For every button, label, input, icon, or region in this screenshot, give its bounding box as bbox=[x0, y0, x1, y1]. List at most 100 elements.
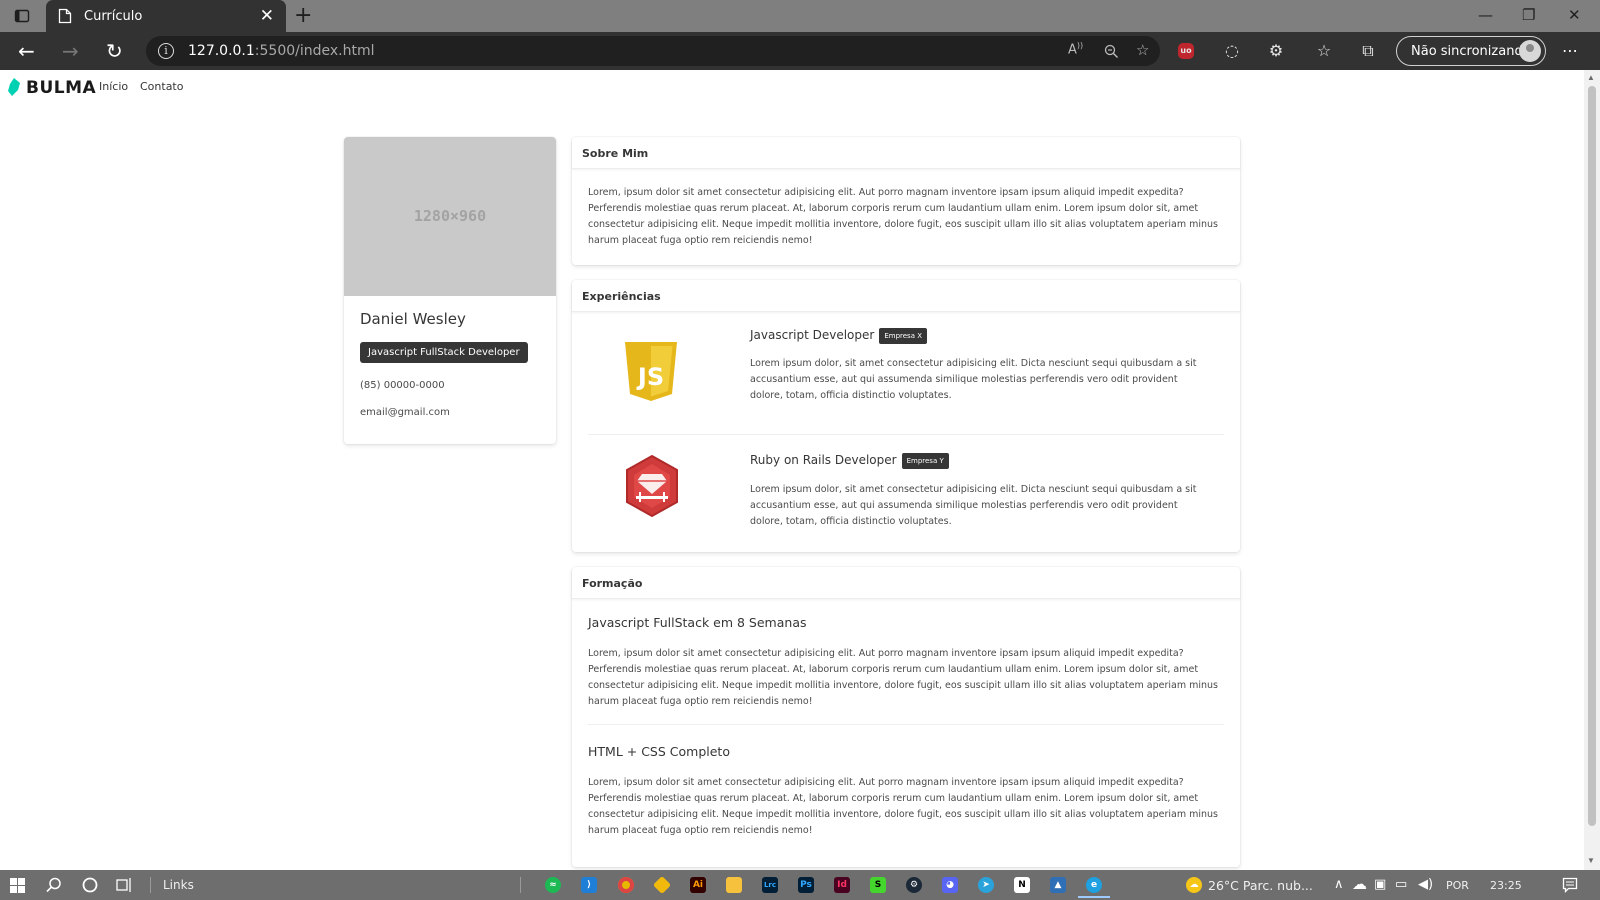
lightroom-icon[interactable]: Lrc bbox=[762, 877, 778, 893]
address-bar[interactable]: i 127.0.0.1:5500/index.html A)) ☆ bbox=[146, 36, 1160, 66]
nav-link-inicio[interactable]: Início bbox=[99, 80, 128, 93]
indesign-icon[interactable]: Id bbox=[834, 877, 850, 893]
scroll-up-icon[interactable]: ▲ bbox=[1587, 73, 1595, 82]
profile-email: email@gmail.com bbox=[360, 407, 450, 418]
experience-card: Experiências JS Javascript Developer Empr… bbox=[572, 280, 1240, 552]
page-icon bbox=[58, 8, 72, 24]
experience-text: Lorem ipsum dolor, sit amet consectetur … bbox=[750, 358, 1197, 401]
education-course-text: Lorem, ipsum dolor sit amet consectetur … bbox=[588, 648, 1218, 707]
nav-link-contato[interactable]: Contato bbox=[140, 80, 183, 93]
tab-actions-icon[interactable] bbox=[14, 8, 30, 24]
cortana-icon[interactable] bbox=[82, 877, 98, 893]
scroll-down-icon[interactable]: ▼ bbox=[1587, 856, 1595, 865]
page-scrollbar[interactable]: ▲ ▼ bbox=[1584, 70, 1600, 870]
about-card-header: Sobre Mim bbox=[572, 137, 1240, 169]
photoshop-icon[interactable]: Ps bbox=[798, 877, 814, 893]
about-title: Sobre Mim bbox=[582, 147, 649, 160]
experience-role: Ruby on Rails Developer bbox=[750, 453, 897, 467]
add-favorite-icon[interactable]: ☆ bbox=[1136, 41, 1149, 59]
windows-start-icon[interactable] bbox=[10, 878, 25, 893]
company-tag: Empresa X bbox=[879, 328, 928, 344]
chrome-icon[interactable] bbox=[618, 877, 634, 893]
minimize-button[interactable]: — bbox=[1478, 6, 1493, 24]
browser-tab[interactable]: Currículo ✕ bbox=[46, 0, 286, 32]
javascript-logo-icon: JS bbox=[625, 342, 677, 401]
education-card-header: Formação bbox=[572, 567, 1240, 599]
tab-title: Currículo bbox=[84, 9, 143, 24]
active-app-indicator bbox=[1078, 896, 1110, 898]
lightbulb-icon[interactable]: ◌ bbox=[1222, 41, 1242, 61]
education-card: Formação Javascript FullStack em 8 Seman… bbox=[572, 567, 1240, 867]
avatar-icon bbox=[1519, 40, 1541, 62]
role-tag: Javascript FullStack Developer bbox=[360, 342, 528, 363]
vscode-icon[interactable]: ⟩ bbox=[581, 877, 597, 893]
experience-text: Lorem ipsum dolor, sit amet consectetur … bbox=[750, 484, 1197, 527]
toolbar-separator bbox=[150, 877, 151, 893]
binance-icon[interactable] bbox=[652, 875, 672, 895]
back-button[interactable]: ← bbox=[18, 39, 35, 63]
profile-phone: (85) 00000-0000 bbox=[360, 380, 445, 391]
links-toolbar[interactable]: Links bbox=[163, 878, 194, 892]
experience-divider bbox=[588, 434, 1224, 435]
page-viewport: BULMA Início Contato 1280×960 Daniel Wes… bbox=[0, 70, 1584, 870]
restore-button[interactable]: ❐ bbox=[1522, 6, 1535, 24]
show-hidden-icons-icon[interactable]: ∧ bbox=[1334, 877, 1344, 892]
education-course-title: HTML + CSS Completo bbox=[588, 744, 730, 759]
experience-title: Experiências bbox=[582, 290, 661, 303]
brand-text: BULMA bbox=[26, 78, 97, 98]
browser-titlebar: Currículo ✕ + — ❐ ✕ bbox=[0, 0, 1600, 32]
education-divider bbox=[588, 724, 1224, 725]
weather-icon[interactable]: ☁ bbox=[1186, 877, 1202, 893]
tab-close-icon[interactable]: ✕ bbox=[260, 6, 274, 26]
telegram-icon[interactable]: ➤ bbox=[978, 877, 994, 893]
browser-toolbar: ← → ↻ i 127.0.0.1:5500/index.html A)) ☆ … bbox=[0, 32, 1600, 70]
company-tag: Empresa Y bbox=[901, 453, 949, 469]
forward-button[interactable]: → bbox=[62, 39, 79, 63]
steam-icon[interactable]: ⚙ bbox=[906, 877, 922, 893]
experience-item-title: Ruby on Rails Developer Empresa Y bbox=[750, 453, 949, 469]
profile-sync-button[interactable]: Não sincronizando bbox=[1396, 36, 1546, 66]
weather-text[interactable]: 26°C Parc. nub... bbox=[1208, 878, 1313, 893]
scroll-thumb[interactable] bbox=[1588, 86, 1596, 826]
url-text[interactable]: 127.0.0.1:5500/index.html bbox=[188, 43, 375, 59]
close-window-button[interactable]: ✕ bbox=[1568, 6, 1581, 24]
search-icon[interactable] bbox=[46, 877, 62, 893]
reload-button[interactable]: ↻ bbox=[106, 39, 123, 63]
profile-image-placeholder: 1280×960 bbox=[344, 137, 556, 296]
new-tab-button[interactable]: + bbox=[294, 3, 312, 28]
notion-icon[interactable]: N bbox=[1014, 877, 1030, 893]
device-icon[interactable]: ▣ bbox=[1374, 877, 1386, 892]
site-info-icon[interactable]: i bbox=[158, 43, 174, 59]
education-course-title: Javascript FullStack em 8 Semanas bbox=[588, 615, 807, 630]
sync-label: Não sincronizando bbox=[1411, 44, 1531, 59]
task-view-icon[interactable] bbox=[116, 877, 133, 893]
discord-icon[interactable]: ◕ bbox=[942, 877, 958, 893]
site-navbar: BULMA Início Contato bbox=[0, 70, 1584, 102]
svg-text:JS: JS bbox=[636, 363, 664, 391]
extensions-icon[interactable]: ⚙ bbox=[1266, 41, 1286, 61]
favorites-icon[interactable]: ☆ bbox=[1314, 41, 1334, 61]
illustrator-icon[interactable]: Ai bbox=[690, 877, 706, 893]
profile-card: 1280×960 Daniel Wesley Javascript FullSt… bbox=[344, 137, 556, 444]
language-indicator[interactable]: POR bbox=[1446, 879, 1469, 892]
file-explorer-icon[interactable] bbox=[726, 877, 742, 893]
collections-icon[interactable]: ⧉ bbox=[1358, 41, 1378, 61]
edge-icon[interactable]: e bbox=[1086, 877, 1102, 893]
spotify-icon[interactable]: ≈ bbox=[545, 877, 561, 893]
network-icon[interactable]: ▭ bbox=[1395, 877, 1407, 892]
ublock-icon[interactable]: uo bbox=[1178, 43, 1194, 59]
clock[interactable]: 23:25 bbox=[1490, 879, 1522, 892]
experience-card-header: Experiências bbox=[572, 280, 1240, 312]
razer-icon[interactable]: S bbox=[870, 877, 886, 893]
volume-icon[interactable]: ◀) bbox=[1418, 877, 1433, 892]
experience-role: Javascript Developer bbox=[750, 328, 875, 342]
onedrive-icon[interactable]: ☁ bbox=[1352, 875, 1367, 893]
zoom-icon[interactable] bbox=[1104, 44, 1119, 59]
more-menu-button[interactable]: ⋯ bbox=[1562, 41, 1578, 60]
ruby-on-rails-logo-icon bbox=[626, 454, 678, 518]
toolbar-separator bbox=[520, 877, 521, 893]
about-text: Lorem, ipsum dolor sit amet consectetur … bbox=[588, 187, 1218, 246]
read-aloud-icon[interactable]: A)) bbox=[1068, 41, 1083, 57]
photos-icon[interactable]: ▲ bbox=[1050, 877, 1066, 893]
notifications-icon[interactable] bbox=[1562, 877, 1578, 893]
